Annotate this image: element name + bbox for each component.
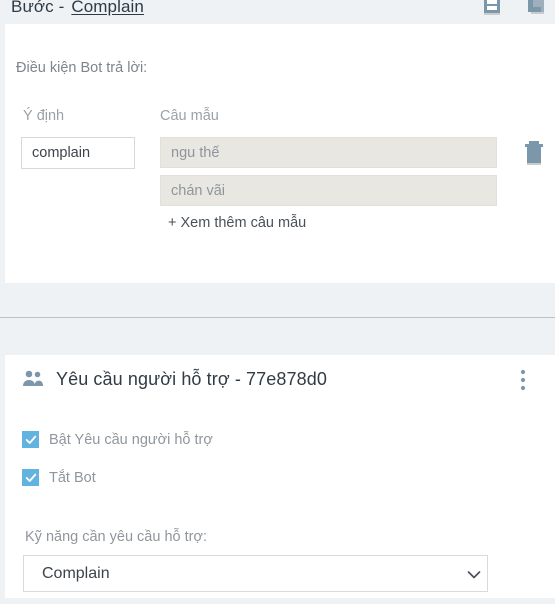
step-label: Bước -	[11, 0, 65, 16]
condition-title: Điều kiện Bot trả lời:	[16, 60, 148, 76]
skill-select[interactable]: Complain	[23, 555, 488, 592]
bottom-gutter	[0, 598, 555, 604]
bot-condition-card: Điều kiện Bot trả lời: Ý định Câu mẫu + …	[5, 24, 555, 283]
trash-icon	[522, 141, 546, 169]
handover-card: Yêu cầu người hỗ trợ - 77e878d0 Bật Yêu …	[5, 355, 555, 598]
enable-handover-label: Bật Yêu cầu người hỗ trợ	[49, 431, 213, 448]
sample-sentence-input-1[interactable]	[160, 137, 497, 168]
section-gap	[0, 283, 555, 355]
handover-menu-button[interactable]	[513, 368, 533, 392]
sample-column-label: Câu mẫu	[160, 108, 219, 124]
save-icon[interactable]	[481, 0, 503, 18]
page-title: Bước - Complain	[11, 0, 144, 17]
skill-select-label: Kỹ năng cần yêu cầu hỗ trợ:	[25, 529, 208, 545]
checkbox-checked-icon[interactable]	[22, 431, 39, 448]
kebab-menu-icon	[513, 369, 533, 395]
section-divider	[0, 317, 555, 318]
add-sample-sentence-link[interactable]: + Xem thêm câu mẫu	[168, 215, 306, 231]
people-icon	[21, 367, 45, 391]
intent-input[interactable]	[21, 137, 135, 169]
sample-sentence-input-2[interactable]	[160, 175, 497, 206]
checkbox-checked-icon[interactable]	[22, 469, 39, 486]
delete-condition-button[interactable]	[522, 140, 546, 166]
step-header-bar: Bước - Complain	[0, 0, 555, 24]
turn-off-bot-label: Tắt Bot	[49, 469, 96, 486]
header-actions	[481, 0, 547, 18]
step-name-link[interactable]: Complain	[71, 0, 144, 16]
handover-title: Yêu cầu người hỗ trợ - 77e878d0	[56, 368, 327, 389]
duplicate-icon[interactable]	[525, 0, 547, 18]
enable-handover-checkbox-row[interactable]: Bật Yêu cầu người hỗ trợ	[22, 431, 213, 448]
turn-off-bot-checkbox-row[interactable]: Tắt Bot	[22, 469, 96, 486]
handover-header: Yêu cầu người hỗ trợ - 77e878d0	[21, 367, 327, 391]
app-root: Bước - Complain Điều kiện Bot trả lời: Ý…	[0, 0, 555, 604]
intent-column-label: Ý định	[23, 108, 65, 124]
